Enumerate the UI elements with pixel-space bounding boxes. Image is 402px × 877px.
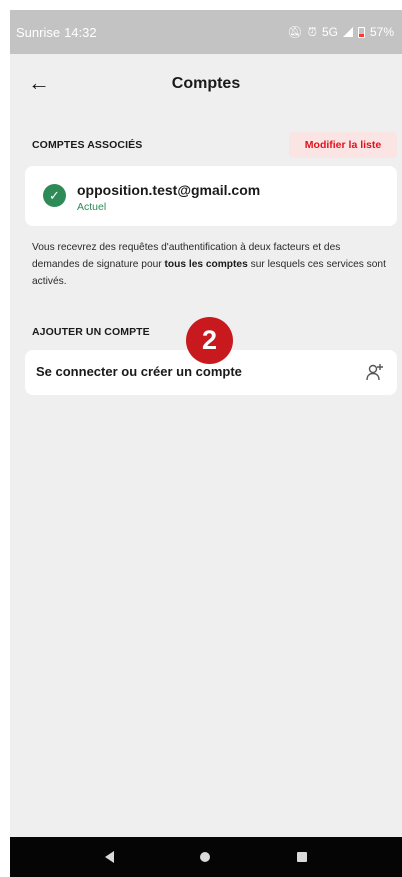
back-button[interactable]: ← — [24, 68, 54, 98]
page-header: ← Comptes — [10, 54, 402, 114]
add-account-heading: AJOUTER UN COMPTE — [32, 326, 150, 338]
info-text-bold: tous les comptes — [164, 259, 248, 270]
sign-in-label: Se connecter ou créer un compte — [36, 364, 242, 379]
edit-list-button[interactable]: Modifier la liste — [289, 132, 397, 158]
navigation-bar — [10, 837, 402, 877]
status-right: 🔕︎ ⏰︎ 5G 57% — [287, 25, 394, 40]
arrow-left-icon: ← — [28, 70, 50, 95]
check-circle-icon: ✓ — [43, 184, 66, 207]
step-badge: 2 — [186, 317, 233, 364]
status-bar: Sunrise 14:32 🔕︎ ⏰︎ 5G 57% — [10, 10, 402, 54]
account-status: Actuel — [77, 201, 107, 213]
alarm-icon: ⏰︎ — [307, 24, 317, 39]
page-title: Comptes — [171, 75, 241, 92]
linked-accounts-heading: COMPTES ASSOCIÉS — [32, 139, 143, 151]
battery-percent: 57% — [369, 25, 394, 39]
status-time: 14:32 — [64, 24, 97, 40]
signal-icon — [342, 27, 353, 37]
nav-back-icon[interactable] — [105, 851, 115, 863]
app-screen: Sunrise 14:32 🔕︎ ⏰︎ 5G 57% ← Comptes COM… — [10, 10, 402, 877]
carrier-name: Sunrise — [16, 24, 61, 40]
mute-icon: 🔕︎ — [287, 25, 303, 39]
account-card[interactable]: ✓ opposition.test@gmail.com Actuel — [25, 166, 397, 226]
info-paragraph: Vous recevrez des requêtes d'authentific… — [32, 239, 390, 290]
add-user-icon — [366, 364, 383, 381]
network-type: 5G — [321, 25, 338, 39]
status-left: Sunrise 14:32 — [16, 25, 97, 40]
account-email: opposition.test@gmail.com — [77, 182, 261, 198]
nav-home-icon[interactable] — [200, 852, 211, 862]
battery-icon — [357, 26, 365, 38]
nav-recent-icon[interactable] — [296, 852, 307, 862]
